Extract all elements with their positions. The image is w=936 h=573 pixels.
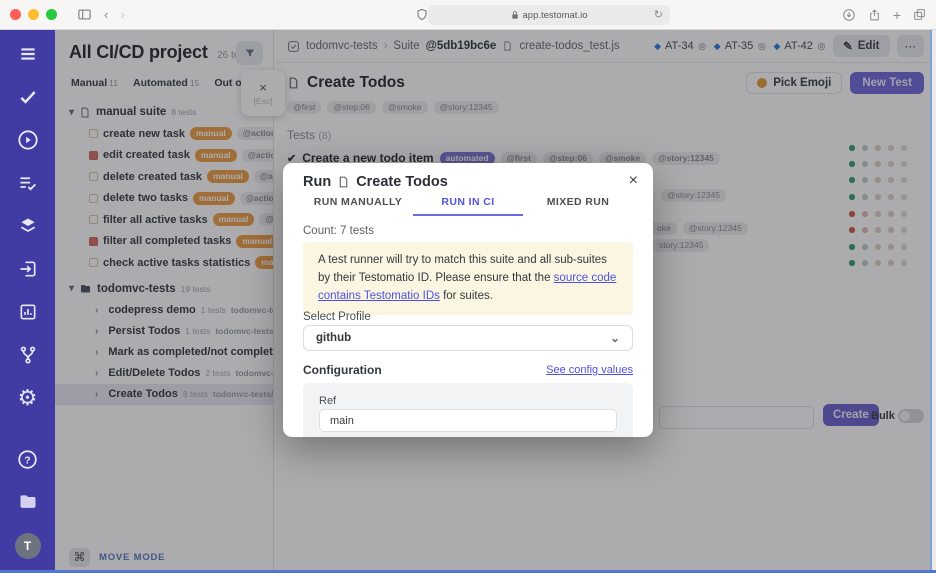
traffic-lights [10, 9, 57, 20]
tests-count: Count: 7 tests [303, 225, 374, 237]
tab-run-manually[interactable]: RUN MANUALLY [303, 196, 413, 216]
branches-icon[interactable] [16, 343, 40, 367]
run-suite-modal: Run Create Todos × RUN MANUALLY RUN IN C… [283, 163, 653, 437]
ref-value: main [330, 415, 354, 427]
svg-text:?: ? [24, 454, 30, 466]
avatar[interactable]: T [15, 533, 41, 559]
runs-icon[interactable] [16, 128, 40, 152]
maximize-window-button[interactable] [46, 9, 57, 20]
configuration-label: Configuration [303, 363, 382, 377]
back-button[interactable]: ‹ [104, 7, 108, 22]
modal-tabs: RUN MANUALLY RUN IN CI MIXED RUN [303, 196, 633, 216]
app-window: ‹ › app.testomat.io ↻ + [0, 0, 936, 573]
select-profile-label: Select Profile [303, 311, 371, 323]
refresh-icon[interactable]: ↻ [654, 8, 663, 21]
modal-title: Run Create Todos [303, 174, 448, 190]
app-sidebar: ⚙ ? T [0, 30, 55, 573]
tab-mixed-run[interactable]: MIXED RUN [523, 196, 633, 216]
lock-icon [511, 10, 519, 20]
doc-icon [337, 175, 350, 189]
analytics-icon[interactable] [16, 300, 40, 324]
close-window-button[interactable] [10, 9, 21, 20]
tests-icon[interactable] [16, 85, 40, 109]
close-modal-icon[interactable]: × [629, 172, 638, 190]
share-icon[interactable] [868, 8, 881, 22]
minimize-window-button[interactable] [28, 9, 39, 20]
ref-label: Ref [319, 395, 336, 407]
ref-input[interactable]: main [319, 409, 617, 432]
info-banner: A test runner will try to match this sui… [303, 242, 633, 315]
see-config-values-link[interactable]: See config values [546, 364, 633, 376]
projects-folder-icon[interactable] [16, 490, 40, 514]
configuration-box: Ref main [303, 383, 633, 437]
new-tab-icon[interactable]: + [893, 7, 901, 23]
chevron-down-icon: ⌄ [610, 331, 620, 345]
profile-select[interactable]: github ⌄ [303, 325, 633, 351]
import-icon[interactable] [16, 257, 40, 281]
settings-gear-icon[interactable]: ⚙ [16, 386, 40, 410]
layers-icon[interactable] [16, 214, 40, 238]
url-bar[interactable]: app.testomat.io ↻ [428, 5, 670, 25]
sidebar-toggle-icon[interactable] [77, 7, 92, 22]
profile-value: github [316, 332, 351, 344]
tab-run-in-ci[interactable]: RUN IN CI [413, 196, 523, 216]
test-plans-icon[interactable] [16, 171, 40, 195]
help-icon[interactable]: ? [16, 447, 40, 471]
scrollbar-track[interactable] [930, 30, 936, 573]
shield-icon[interactable] [416, 8, 428, 21]
menu-icon[interactable] [16, 42, 40, 66]
tabs-overview-icon[interactable] [913, 8, 926, 21]
downloads-icon[interactable] [842, 8, 856, 22]
forward-button[interactable]: › [120, 7, 124, 22]
browser-chrome: ‹ › app.testomat.io ↻ + [0, 0, 936, 30]
url-text: app.testomat.io [523, 10, 588, 21]
